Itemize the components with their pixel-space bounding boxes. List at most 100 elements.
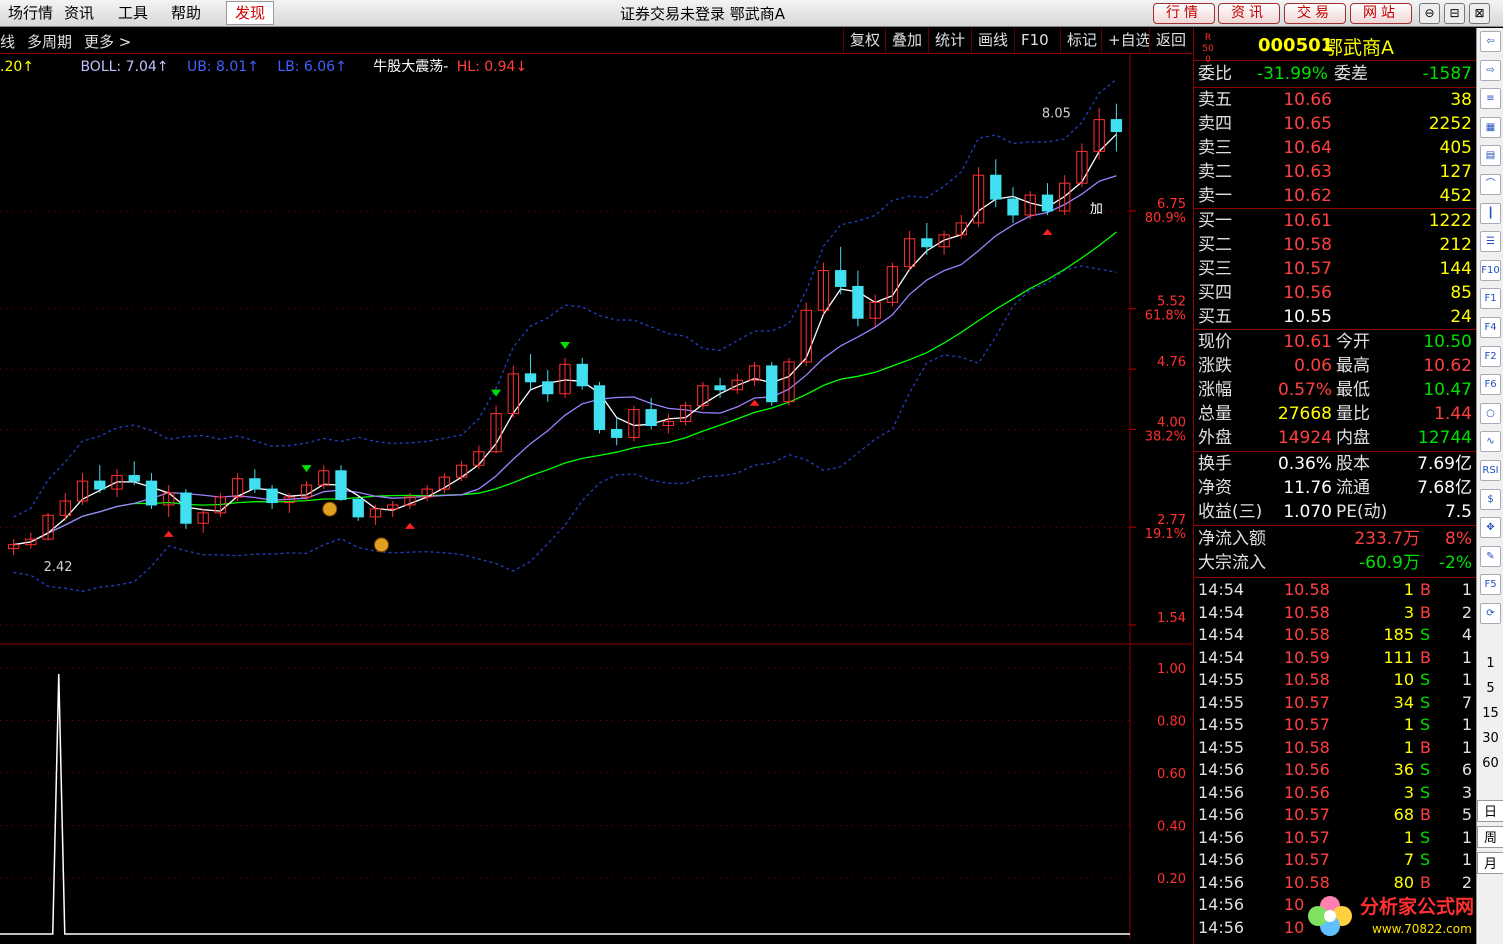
period-1[interactable]: 1: [1477, 656, 1503, 671]
menu-help[interactable]: 帮助: [163, 3, 209, 23]
tick-count: 3: [1461, 782, 1472, 802]
price-tick-label: 4.76: [1157, 355, 1186, 370]
fund-value: 1.070: [1283, 502, 1332, 522]
tick-side: B: [1420, 580, 1431, 599]
tick-side: B: [1420, 647, 1431, 667]
tick-side: S: [1420, 692, 1431, 712]
period-5[interactable]: 5: [1477, 681, 1503, 696]
website-button[interactable]: 网站: [1350, 3, 1412, 24]
ask-price: 10.63: [1283, 162, 1332, 182]
price-pct-label: 61.8%: [1145, 309, 1186, 324]
menu-tools[interactable]: 工具: [110, 3, 156, 23]
more-tab[interactable]: 更多 >: [84, 31, 131, 52]
quote-value: 0.06: [1294, 356, 1332, 376]
move-icon[interactable]: ✥: [1480, 517, 1501, 539]
watermark-url: www.70822.com: [1372, 922, 1472, 936]
period-week[interactable]: 周: [1477, 826, 1503, 848]
stats-button[interactable]: 统计: [928, 28, 971, 53]
tick-price: 10.57: [1284, 805, 1330, 824]
period-30[interactable]: 30: [1477, 731, 1503, 746]
kline-tab[interactable]: 线: [0, 31, 15, 52]
ask-label: 卖一: [1198, 186, 1232, 206]
f6-icon[interactable]: F6: [1480, 374, 1501, 396]
tick-time: 14:54: [1198, 625, 1245, 644]
draw-line-button[interactable]: 画线: [971, 28, 1014, 53]
price-tick-label: 6.75: [1157, 197, 1186, 212]
ask-label: 卖二: [1198, 162, 1232, 182]
f4-icon[interactable]: F4: [1480, 317, 1501, 338]
tick-time: 14:56: [1198, 827, 1245, 847]
f1-icon[interactable]: F1: [1480, 288, 1501, 310]
quote-panel: R 500 000501 鄂武商A 委比 -31.99% 委差 -1587 卖五…: [1193, 28, 1476, 944]
f10-button[interactable]: F10: [1014, 28, 1055, 53]
news-icon[interactable]: ☰: [1480, 231, 1501, 253]
overlay-button[interactable]: 叠加: [885, 28, 928, 53]
pencil-icon[interactable]: ✎: [1480, 545, 1501, 567]
back-arrow-icon[interactable]: ⇦: [1480, 31, 1501, 52]
menu-news[interactable]: 资讯: [56, 3, 102, 23]
candle-body: [990, 174, 1002, 200]
refresh-icon[interactable]: ⟳: [1480, 603, 1501, 624]
period-day[interactable]: 日: [1477, 800, 1503, 822]
kline-chart[interactable]: 6.7580.9% 5.5261.8% 4.76 4.0038.2% 2.7719.1%…: [0, 54, 1192, 944]
bid-volume: 85: [1450, 283, 1472, 303]
forward-arrow-icon[interactable]: ⇨: [1480, 59, 1501, 81]
tick-time: 14:56: [1198, 805, 1245, 824]
sub-tick-label: 0.80: [1157, 715, 1186, 730]
minimize-icon[interactable]: ⊖: [1419, 3, 1440, 24]
trade-button[interactable]: 交易: [1284, 3, 1346, 24]
info-button[interactable]: 资讯: [1218, 3, 1280, 24]
tick-volume: 10: [1393, 670, 1414, 689]
fund-label2: PE(动): [1336, 502, 1388, 522]
tick-volume: 1: [1403, 827, 1414, 847]
price-tick-label: 4.00: [1157, 415, 1186, 430]
tick-price: 10.58: [1284, 737, 1330, 757]
flow-value: 233.7万: [1354, 529, 1420, 549]
period-60[interactable]: 60: [1477, 756, 1503, 771]
line-chart-icon[interactable]: ⌒: [1480, 174, 1501, 195]
table-icon[interactable]: ▤: [1480, 145, 1501, 167]
quote-label2: 内盘: [1336, 428, 1370, 448]
multi-period-tab[interactable]: 多周期: [27, 31, 72, 52]
kline-icon[interactable]: ┃: [1480, 202, 1501, 224]
restore-icon[interactable]: ⊟: [1444, 3, 1465, 24]
circle-icon[interactable]: ○: [1480, 402, 1501, 424]
ask-row: 卖五 10.66 38: [1194, 88, 1476, 112]
bid-volume: 24: [1450, 307, 1472, 327]
sub-tick-label: 0.40: [1157, 820, 1186, 835]
grid-icon[interactable]: ▦: [1480, 116, 1501, 138]
period-15[interactable]: 15: [1477, 706, 1503, 721]
restore-rights-button[interactable]: 复权: [843, 28, 886, 53]
menu-discover[interactable]: 发现: [226, 1, 275, 25]
candle-body: [145, 480, 158, 506]
high-price-label: 8.05: [1042, 107, 1071, 122]
wave-icon[interactable]: ∿: [1480, 431, 1501, 453]
watermark-brand: 分析家公式网: [1360, 895, 1474, 918]
price-pct-label: 19.1%: [1145, 527, 1186, 542]
quote-row: 外盘 14924 内盘 12744: [1194, 426, 1476, 450]
tick-row: 14:55 10.57 1 S 1: [1194, 714, 1476, 737]
period-month[interactable]: 月: [1477, 852, 1503, 874]
list-icon[interactable]: ≡: [1480, 88, 1501, 110]
mark-button[interactable]: 标记: [1060, 28, 1103, 53]
rsi-icon[interactable]: RSI: [1480, 460, 1501, 481]
order-diff-value: -1587: [1422, 64, 1472, 84]
f10-icon[interactable]: F10: [1480, 259, 1501, 281]
tick-side: S: [1420, 827, 1431, 847]
dollar-icon[interactable]: $: [1480, 488, 1501, 510]
f5-icon[interactable]: F5: [1480, 574, 1501, 596]
back-button[interactable]: 返回: [1149, 28, 1192, 53]
menu-market[interactable]: 场行情: [0, 3, 61, 23]
tick-row: 14:54 10.59 111 B 1: [1194, 647, 1476, 670]
money-bag-icon: [322, 501, 338, 517]
tick-row: 14:55 10.58 1 B 1: [1194, 737, 1476, 760]
tick-count: 1: [1461, 827, 1472, 847]
f2-icon[interactable]: F2: [1480, 345, 1501, 367]
tick-time: 14:55: [1198, 670, 1245, 689]
ask-volume: 405: [1439, 138, 1472, 158]
maximize-icon[interactable]: ⊠: [1469, 3, 1490, 24]
quotes-button[interactable]: 行情: [1153, 3, 1215, 24]
tick-time: 14:56: [1198, 872, 1245, 892]
ask-volume: 2252: [1428, 114, 1472, 134]
tick-row: 14:55 10.58 10 S 1: [1194, 669, 1476, 692]
